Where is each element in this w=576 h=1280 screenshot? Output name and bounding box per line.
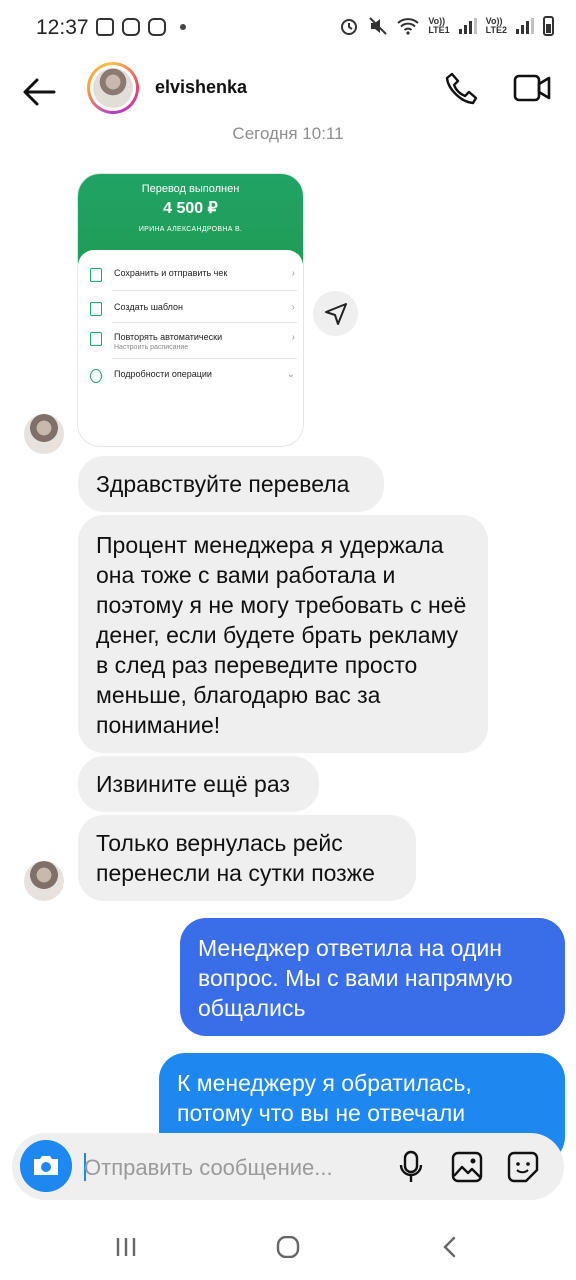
alarm-icon (341, 19, 358, 35)
battery-icon (543, 16, 554, 36)
message-bubble-received[interactable]: Только вернулась рейс перенесли на сутки… (78, 815, 416, 901)
message-bubble-received[interactable]: Процент менеджера я удержала она тоже с … (78, 515, 488, 753)
sim2-indicator: Vo)) LTE2 (485, 16, 507, 35)
message-timestamp: Сегодня 10:11 (232, 124, 344, 143)
receipt-actions: Сохранить и отправить чек › Создать шабло… (78, 250, 303, 446)
chat-username[interactable]: elvishenka (155, 77, 247, 98)
receipt-row-template: Создать шаблон › (90, 302, 295, 316)
share-icon[interactable] (313, 291, 358, 336)
camera-icon[interactable] (20, 1140, 72, 1192)
notification-icons (96, 18, 186, 36)
receipt-image-message[interactable]: Перевод выполнен 4 500 ₽ ИРИНА АЛЕКСАНДР… (78, 174, 303, 446)
more-notifications-icon (180, 24, 186, 30)
receipt-recipient: ИРИНА АЛЕКСАНДРОВНА В. (138, 226, 243, 233)
receipt-row-repeat: Повторять автоматически Настроить расписа… (90, 332, 295, 351)
message-bubble-sent[interactable]: Менеджер ответила на один вопрос. Мы с в… (180, 918, 565, 1036)
wifi-icon (397, 18, 419, 35)
info-icon (90, 369, 102, 383)
image-gallery-icon[interactable] (450, 1150, 484, 1184)
video-camera-icon[interactable] (512, 70, 552, 106)
gallery-notification-icon (96, 18, 114, 36)
instagram-notification-icon-2 (148, 18, 166, 36)
arrow-left-icon[interactable] (20, 72, 60, 112)
recent-apps-icon[interactable] (114, 1236, 138, 1258)
sender-avatar[interactable] (24, 414, 64, 454)
receipt-title: Перевод выполнен (141, 183, 240, 195)
signal-1-icon (458, 18, 477, 34)
message-input[interactable]: Отправить сообщение... (84, 1155, 333, 1181)
instagram-notification-icon (122, 18, 140, 36)
template-icon (90, 302, 102, 316)
microphone-icon[interactable] (398, 1150, 424, 1184)
sender-avatar[interactable] (24, 861, 64, 901)
receipt-amount: 4 500 ₽ (163, 200, 218, 217)
message-bubble-received[interactable]: Здравствуйте перевела (78, 456, 384, 512)
signal-2-icon (516, 18, 534, 34)
system-status-icons: Vo)) LTE1 Vo)) LTE2 (339, 16, 554, 36)
home-icon[interactable] (276, 1236, 300, 1258)
mute-icon (369, 17, 388, 35)
sticker-icon[interactable] (506, 1150, 540, 1184)
repeat-document-icon (90, 332, 102, 346)
nav-back-icon[interactable] (440, 1236, 460, 1258)
message-bubble-received[interactable]: Извините ещё раз (78, 756, 319, 812)
receipt-row-save: Сохранить и отправить чек › (90, 268, 295, 282)
sim1-indicator: Vo)) LTE1 (428, 16, 450, 35)
receipt-row-details: Подробности операции ⌄ (90, 369, 295, 383)
phone-icon[interactable] (444, 70, 480, 106)
document-icon (90, 268, 102, 282)
avatar[interactable] (87, 62, 139, 114)
status-time: 12:37 (36, 16, 89, 39)
